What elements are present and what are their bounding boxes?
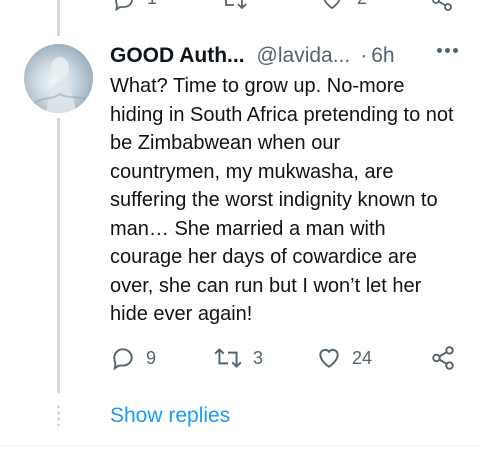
reply-count: 9 [146, 347, 157, 368]
separator-dot: · [360, 44, 368, 67]
timestamp[interactable]: 6h [371, 44, 394, 68]
thread-line-top [57, 0, 60, 36]
retweet-icon[interactable] [220, 0, 248, 12]
share-icon [432, 346, 454, 370]
previous-reply-count: 1 [147, 0, 157, 9]
retweet-count: 3 [253, 347, 264, 368]
share-button[interactable] [430, 345, 456, 371]
reply-icon[interactable] [112, 0, 136, 12]
tweet-header: GOOD Auth... @lavida... · 6h [110, 42, 460, 70]
retweet-icon [214, 348, 242, 368]
tweet-text: What? Time to grow up. No-more hiding in… [110, 75, 454, 325]
previous-like-count: 2 [357, 0, 367, 9]
divider [0, 445, 480, 446]
avatar-image [33, 57, 91, 113]
like-icon [319, 348, 339, 368]
like-count: 24 [352, 347, 373, 368]
more-icon[interactable] [437, 48, 458, 53]
share-icon[interactable] [430, 0, 454, 12]
like-button[interactable]: 24 [316, 345, 372, 371]
thread-dotted-line [57, 404, 60, 430]
retweet-button[interactable]: 3 [213, 345, 263, 371]
previous-tweet-actions: 1 2 [110, 0, 458, 12]
avatar[interactable] [24, 44, 93, 113]
show-replies-link[interactable]: Show replies [110, 404, 230, 428]
author-name[interactable]: GOOD Auth... [110, 44, 245, 68]
reply-icon [113, 348, 133, 371]
tweet-actions: 9 3 24 [110, 345, 460, 377]
author-handle[interactable]: @lavida... [257, 44, 351, 68]
thread-line [57, 118, 60, 393]
like-icon[interactable] [320, 0, 344, 12]
reply-button[interactable]: 9 [110, 345, 156, 371]
